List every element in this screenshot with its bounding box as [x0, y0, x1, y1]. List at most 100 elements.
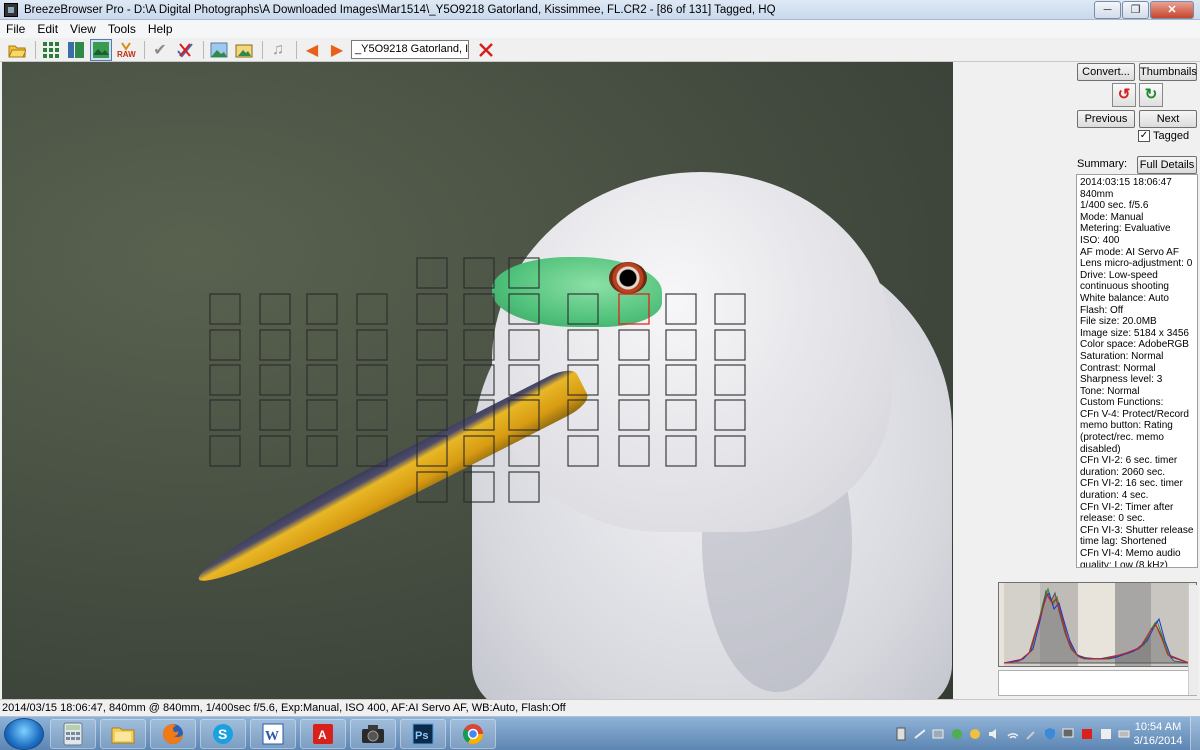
af-point: [567, 364, 599, 396]
full-details-button[interactable]: Full Details: [1137, 156, 1197, 174]
tagged-checkbox[interactable]: ✓: [1138, 130, 1150, 142]
histogram-info-field: [998, 670, 1197, 696]
af-point: [665, 364, 697, 396]
right-panel: Convert... Thumbnails ↺ ↻ Previous Next …: [953, 62, 1200, 699]
af-point: [508, 293, 540, 325]
exif-detail-line: time lag: Shortened: [1080, 536, 1167, 548]
exif-detail-line: 840mm: [1080, 188, 1114, 200]
landscape-icon[interactable]: [208, 39, 230, 61]
exif-detail-line: disabled): [1080, 443, 1121, 455]
photoshop-icon[interactable]: Ps: [400, 719, 446, 749]
tray-network-icon[interactable]: [931, 726, 944, 742]
previous-button[interactable]: Previous: [1077, 110, 1135, 128]
untag-icon[interactable]: [174, 39, 196, 61]
af-point: [567, 293, 599, 325]
menu-help[interactable]: Help: [142, 20, 179, 38]
tray-device-icon[interactable]: [894, 726, 907, 742]
volume-icon[interactable]: [987, 726, 1000, 742]
image-viewer[interactable]: [2, 62, 953, 699]
tray-wrench-icon[interactable]: [1024, 726, 1037, 742]
tray-arrow-icon[interactable]: [913, 726, 926, 742]
audio-icon[interactable]: ♫: [267, 39, 289, 61]
acrobat-icon[interactable]: A: [300, 719, 346, 749]
previous-arrow-icon[interactable]: ◀: [301, 39, 323, 61]
calculator-icon[interactable]: [50, 719, 96, 749]
slideshow-icon[interactable]: [233, 39, 255, 61]
skype-icon[interactable]: S: [200, 719, 246, 749]
tray-monitor-icon[interactable]: [1061, 726, 1074, 742]
thumbnails-button[interactable]: Thumbnails: [1139, 63, 1197, 81]
af-point: [463, 399, 495, 431]
tag-check-icon[interactable]: ✔: [149, 39, 171, 61]
thumbnail-preview-icon[interactable]: [65, 39, 87, 61]
menu-view[interactable]: View: [64, 20, 102, 38]
af-point: [508, 399, 540, 431]
convert-button[interactable]: Convert...: [1077, 63, 1135, 81]
af-point: [665, 293, 697, 325]
af-point: [416, 364, 448, 396]
firefox-icon[interactable]: [150, 719, 196, 749]
af-point: [508, 364, 540, 396]
tray-security-icon[interactable]: [950, 726, 963, 742]
tray-sync-icon[interactable]: [968, 726, 981, 742]
next-arrow-icon[interactable]: ▶: [326, 39, 348, 61]
exif-detail-line: CFn VI-2: 6 sec. timer: [1080, 455, 1178, 467]
exif-detail-line: duration: 4 sec.: [1080, 490, 1149, 502]
tray-shield-icon[interactable]: [1043, 726, 1056, 742]
exif-detail-line: Metering: Evaluative: [1080, 223, 1171, 235]
minimize-button[interactable]: ─: [1094, 0, 1121, 19]
delete-icon[interactable]: [475, 39, 497, 61]
taskbar-clock[interactable]: 10:54 AM 3/16/2014: [1128, 720, 1188, 748]
vertical-scrollbar[interactable]: [1188, 585, 1198, 695]
tray-adobe-icon[interactable]: [1080, 726, 1093, 742]
image-view-icon[interactable]: [90, 38, 112, 61]
tray-action-icon[interactable]: [1099, 726, 1112, 742]
af-point: [306, 435, 338, 467]
exif-detail-line: continuous shooting: [1080, 281, 1169, 293]
rotate-left-icon[interactable]: ↺: [1112, 83, 1136, 107]
exif-detail-line: duration: 2060 sec.: [1080, 466, 1166, 478]
explorer-icon[interactable]: [100, 719, 146, 749]
camera-icon[interactable]: [350, 719, 396, 749]
exif-detail-line: AF mode: AI Servo AF: [1080, 246, 1179, 258]
histogram: [998, 582, 1197, 667]
chrome-icon[interactable]: [450, 719, 496, 749]
taskbar: S W A Ps 10:54 AM 3/16/2014: [0, 716, 1200, 750]
rotate-right-icon[interactable]: ↻: [1139, 83, 1163, 107]
menu-tools[interactable]: Tools: [102, 20, 142, 38]
af-point: [714, 293, 746, 325]
af-point: [714, 435, 746, 467]
thumbnail-grid-icon[interactable]: [40, 39, 62, 61]
start-button[interactable]: [4, 718, 44, 750]
exif-detail-line: Sharpness level: 3: [1080, 374, 1163, 386]
af-point-overlay: [209, 257, 746, 503]
next-button[interactable]: Next: [1139, 110, 1197, 128]
menu-edit[interactable]: Edit: [31, 20, 64, 38]
af-point: [416, 329, 448, 361]
maximize-button[interactable]: ❐: [1122, 0, 1149, 19]
word-icon[interactable]: W: [250, 719, 296, 749]
menu-bar: File Edit View Tools Help: [0, 20, 1200, 38]
af-point-active: [618, 293, 650, 325]
clock-time: 10:54 AM: [1134, 721, 1182, 733]
close-button[interactable]: ✕: [1150, 0, 1194, 19]
toolbar: RAW ✔ ♫ ◀ ▶ _Y5O9218 Gatorland, I ▼: [0, 38, 1200, 62]
open-folder-icon[interactable]: [6, 39, 28, 61]
wifi-icon[interactable]: [1006, 726, 1019, 742]
file-select[interactable]: _Y5O9218 Gatorland, I ▼: [351, 40, 469, 59]
exif-detail-line: Image size: 5184 x 3456: [1080, 327, 1189, 339]
menu-file[interactable]: File: [0, 20, 31, 38]
show-desktop-button[interactable]: [1190, 717, 1200, 750]
af-point: [259, 329, 291, 361]
af-point: [209, 329, 241, 361]
exif-detail-line: White balance: Auto: [1080, 292, 1169, 304]
af-point: [356, 435, 388, 467]
af-point: [463, 364, 495, 396]
exif-detail-line: File size: 20.0MB: [1080, 316, 1157, 328]
af-point: [306, 293, 338, 325]
raw-icon[interactable]: RAW: [115, 39, 137, 61]
af-point: [567, 435, 599, 467]
af-point: [356, 399, 388, 431]
exif-detail-line: release: 0 sec.: [1080, 513, 1146, 525]
exif-detail-line: Tone: Normal: [1080, 385, 1140, 397]
